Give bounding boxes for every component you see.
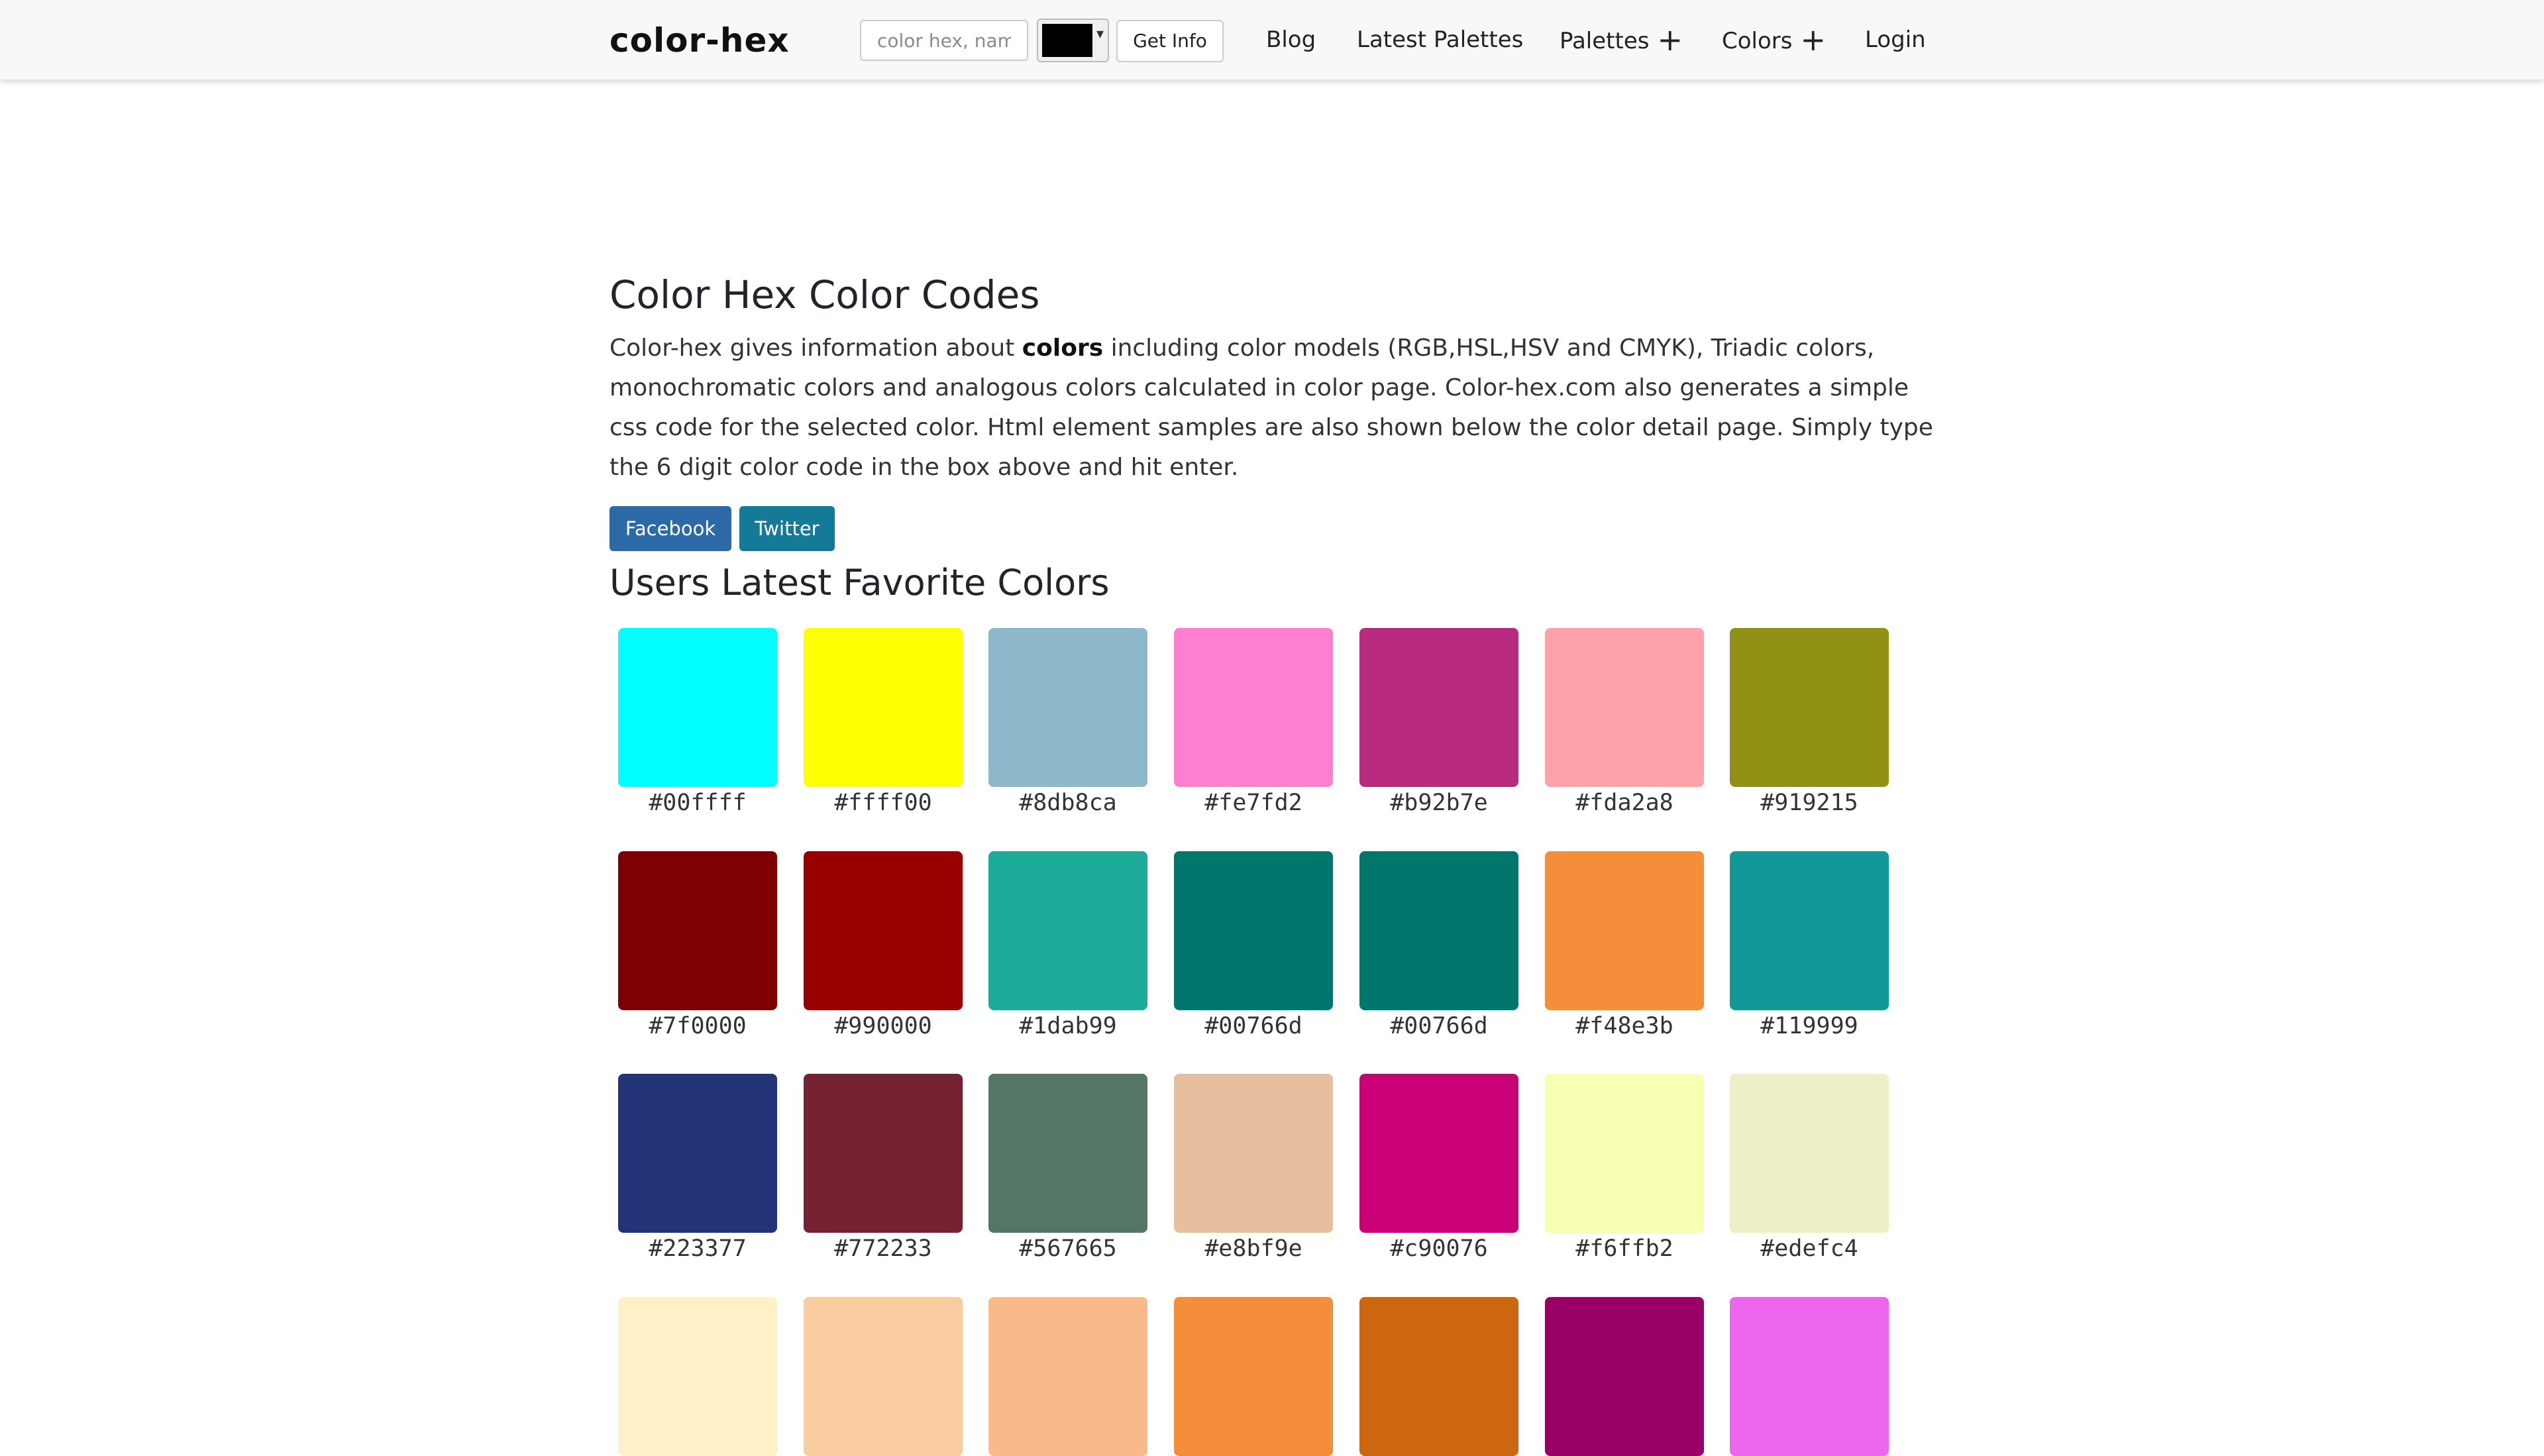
site-logo[interactable]: color-hex <box>610 17 790 64</box>
color-swatch-tile[interactable] <box>1545 628 1704 787</box>
color-swatch-tile[interactable] <box>804 851 963 1010</box>
color-hex-label[interactable]: #919215 <box>1717 788 1902 817</box>
color-swatch-tile[interactable] <box>1174 1074 1333 1233</box>
dropdown-caret-icon: ▾ <box>1096 26 1104 42</box>
color-hex-label[interactable]: #fda2a8 <box>1532 788 1717 817</box>
color-swatch-tile[interactable] <box>1545 851 1704 1010</box>
nav-blog[interactable]: Blog <box>1266 20 1316 60</box>
color-hex-label[interactable]: #00766d <box>1161 1012 1346 1041</box>
color-hex-label[interactable]: #edefc4 <box>1717 1234 1902 1263</box>
color-hex-label[interactable]: #990000 <box>790 1012 976 1041</box>
color-swatch-tile[interactable] <box>618 1074 777 1233</box>
facebook-share-button[interactable]: Facebook <box>610 506 731 551</box>
color-swatch-tile[interactable] <box>1545 1297 1704 1456</box>
color-swatch-tile[interactable] <box>618 851 777 1010</box>
color-hex-label[interactable]: #8db8ca <box>975 788 1161 817</box>
color-swatch-tile[interactable] <box>1359 628 1518 787</box>
color-swatch-tile[interactable] <box>804 1297 963 1456</box>
color-picker[interactable]: ▾ <box>1037 19 1109 62</box>
color-hex-label[interactable]: #119999 <box>1717 1012 1902 1041</box>
nav-login[interactable]: Login <box>1865 20 1926 60</box>
color-swatch-tile[interactable] <box>804 1074 963 1233</box>
page-title: Color Hex Color Codes <box>610 272 1040 317</box>
color-swatch-tile[interactable] <box>1730 1074 1889 1233</box>
color-swatch-tile[interactable] <box>1174 1297 1333 1456</box>
color-hex-label[interactable]: #f48e3b <box>1532 1012 1717 1041</box>
color-swatch-tile[interactable] <box>988 851 1147 1010</box>
color-swatch-tile[interactable] <box>1730 628 1889 787</box>
color-hex-label[interactable]: #b92b7e <box>1346 788 1532 817</box>
color-hex-label[interactable]: #223377 <box>605 1234 790 1263</box>
color-swatch-tile[interactable] <box>618 1297 777 1456</box>
color-hex-label[interactable]: #7f0000 <box>605 1012 790 1041</box>
color-hex-label[interactable]: #fe7fd2 <box>1161 788 1346 817</box>
color-swatch-tile[interactable] <box>1359 1074 1518 1233</box>
plus-icon: + <box>1800 22 1827 58</box>
nav-login-label: Login <box>1865 26 1926 53</box>
color-swatch-tile[interactable] <box>1174 628 1333 787</box>
nav-blog-label: Blog <box>1266 26 1316 53</box>
intro-paragraph: Color-hex gives information about colors… <box>610 329 1948 488</box>
color-hex-label[interactable]: #567665 <box>975 1234 1161 1263</box>
color-swatch-tile[interactable] <box>988 1297 1147 1456</box>
nav-latest-palettes-label: Latest Palettes <box>1357 26 1524 53</box>
color-swatch-tile[interactable] <box>1730 1297 1889 1456</box>
twitter-share-button[interactable]: Twitter <box>739 506 835 551</box>
color-hex-label[interactable]: #00ffff <box>605 788 790 817</box>
favorites-section-title: Users Latest Favorite Colors <box>610 562 1110 603</box>
color-hex-label[interactable]: #1dab99 <box>975 1012 1161 1041</box>
color-swatch-tile[interactable] <box>1359 1297 1518 1456</box>
top-navbar: color-hex ▾ Get Info Blog Latest Palette… <box>0 0 2544 79</box>
color-picker-swatch <box>1042 24 1092 57</box>
color-hex-label[interactable]: #e8bf9e <box>1161 1234 1346 1263</box>
color-hex-label[interactable]: #772233 <box>790 1234 976 1263</box>
nav-colors[interactable]: Colors + <box>1722 20 1826 60</box>
color-swatch-tile[interactable] <box>1174 851 1333 1010</box>
color-swatch-tile[interactable] <box>988 1074 1147 1233</box>
color-swatch-tile[interactable] <box>1359 851 1518 1010</box>
nav-latest-palettes[interactable]: Latest Palettes <box>1357 20 1523 60</box>
color-hex-label[interactable]: #ffff00 <box>790 788 976 817</box>
color-hex-label[interactable]: #00766d <box>1346 1012 1532 1041</box>
color-hex-label[interactable]: #c90076 <box>1346 1234 1532 1263</box>
get-info-button[interactable]: Get Info <box>1116 20 1224 62</box>
color-swatch-tile[interactable] <box>1730 851 1889 1010</box>
color-hex-label[interactable]: #f6ffb2 <box>1532 1234 1717 1263</box>
color-swatch-tile[interactable] <box>618 628 777 787</box>
nav-colors-label: Colors <box>1722 28 1793 54</box>
color-swatch-tile[interactable] <box>988 628 1147 787</box>
color-swatch-tile[interactable] <box>804 628 963 787</box>
color-swatch-tile[interactable] <box>1545 1074 1704 1233</box>
color-search-input[interactable] <box>860 20 1028 61</box>
intro-text-start: Color-hex gives information about <box>610 335 1022 362</box>
plus-icon: + <box>1657 22 1683 58</box>
intro-bold-colors: colors <box>1022 335 1104 362</box>
nav-palettes[interactable]: Palettes + <box>1560 20 1683 60</box>
nav-palettes-label: Palettes <box>1560 28 1650 54</box>
